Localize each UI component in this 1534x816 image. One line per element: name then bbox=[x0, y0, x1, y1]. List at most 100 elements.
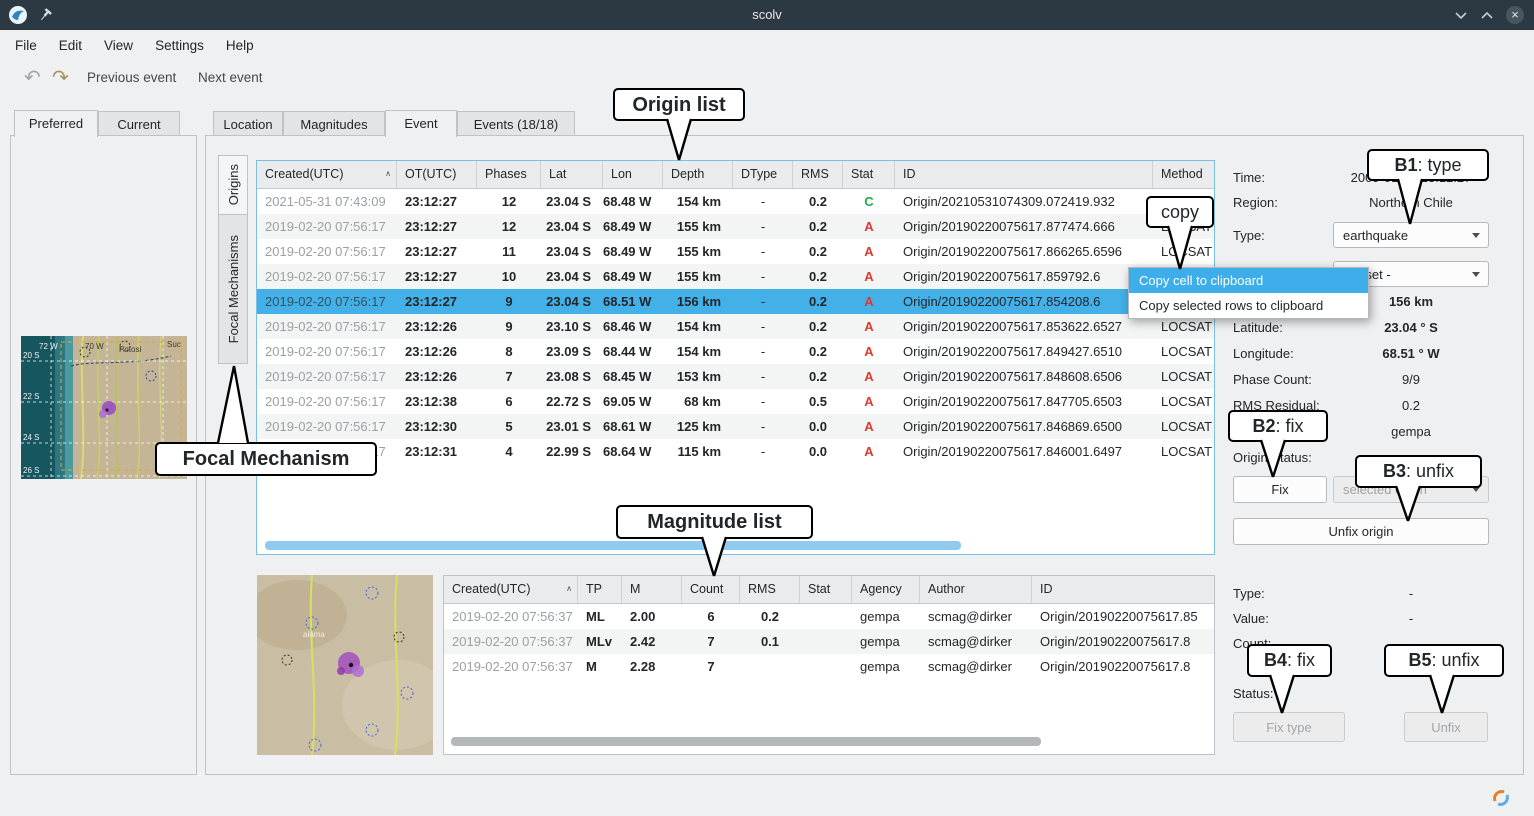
origin-rms-value: 0.2 bbox=[1333, 398, 1489, 413]
origin-row[interactable]: 2019-02-20 07:56:1723:12:31422.99 S68.64… bbox=[257, 439, 1214, 464]
origin-column-stat[interactable]: Stat bbox=[843, 161, 895, 188]
undo-arrow-icon[interactable]: ↶ bbox=[24, 65, 41, 89]
origin-table-hscrollbar-thumb[interactable] bbox=[265, 541, 961, 550]
origin-cell-lon: 68.45 W bbox=[603, 364, 663, 389]
main-tab-magnitudes[interactable]: Magnitudes bbox=[283, 111, 385, 136]
origin-cell-depth: 154 km bbox=[663, 339, 733, 364]
origin-row[interactable]: 2019-02-20 07:56:1723:12:30523.01 S68.61… bbox=[257, 414, 1214, 439]
origin-region-label: Region: bbox=[1233, 195, 1333, 210]
origin-column-id[interactable]: ID bbox=[895, 161, 1153, 188]
titlebar[interactable]: scolv × bbox=[0, 0, 1534, 30]
magnitude-table-hscrollbar-thumb[interactable] bbox=[451, 737, 1041, 746]
origin-cell-lon: 68.51 W bbox=[603, 289, 663, 314]
magnitude-column-id[interactable]: ID bbox=[1032, 576, 1215, 603]
origin-row[interactable]: 2019-02-20 07:56:1723:12:26923.10 S68.46… bbox=[257, 314, 1214, 339]
unfix-origin-button[interactable]: Unfix origin bbox=[1233, 518, 1489, 545]
vertical-tab-origins[interactable]: Origins bbox=[218, 155, 248, 215]
menu-view[interactable]: View bbox=[93, 30, 144, 62]
origin-row[interactable]: 2019-02-20 07:56:1723:12:38622.72 S69.05… bbox=[257, 389, 1214, 414]
station-map[interactable]: alama bbox=[257, 575, 433, 755]
origin-row[interactable]: 2019-02-20 07:56:1723:12:271123.04 S68.4… bbox=[257, 239, 1214, 264]
magnitude-row[interactable]: 2019-02-20 07:56:37ML2.0060.2gempascmag@… bbox=[444, 604, 1214, 629]
magnitude-cell-stat bbox=[800, 629, 852, 654]
origin-cell-lat: 23.04 S bbox=[541, 289, 603, 314]
magnitude-column-stat[interactable]: Stat bbox=[800, 576, 852, 603]
menu-help[interactable]: Help bbox=[215, 30, 265, 62]
origin-column-method[interactable]: Method bbox=[1153, 161, 1215, 188]
origin-cell-rms: 0.5 bbox=[793, 389, 843, 414]
origin-column-depth[interactable]: Depth bbox=[663, 161, 733, 188]
origin-column-lat[interactable]: Lat bbox=[541, 161, 603, 188]
next-event-button[interactable]: Next event bbox=[198, 70, 263, 85]
origin-cell-stat: A bbox=[843, 364, 895, 389]
origin-cell-lon: 68.64 W bbox=[603, 439, 663, 464]
magnitude-column-author[interactable]: Author bbox=[920, 576, 1032, 603]
menu-file[interactable]: File bbox=[4, 30, 48, 62]
origin-cell-created: 2021-05-31 07:43:09 bbox=[257, 189, 397, 214]
callout-b4-fix: B4: fix bbox=[1247, 644, 1332, 677]
origin-column-dtype[interactable]: DType bbox=[733, 161, 793, 188]
origin-table-hscrollbar[interactable] bbox=[265, 541, 1205, 550]
origin-cell-id: Origin/20190220075617.846869.6500 bbox=[895, 414, 1153, 439]
menu-settings[interactable]: Settings bbox=[144, 30, 215, 62]
sidebar-tab-preferred[interactable]: Preferred bbox=[14, 110, 98, 137]
origin-column-phases[interactable]: Phases bbox=[477, 161, 541, 188]
magnitude-column-tp[interactable]: TP bbox=[578, 576, 622, 603]
magnitude-row[interactable]: 2019-02-20 07:56:37M2.287gempascmag@dirk… bbox=[444, 654, 1214, 679]
redo-arrow-icon[interactable]: ↷ bbox=[52, 65, 69, 89]
menu-edit[interactable]: Edit bbox=[48, 30, 93, 62]
main-tab-events-18-18[interactable]: Events (18/18) bbox=[457, 111, 575, 136]
origin-cell-phases: 7 bbox=[477, 364, 541, 389]
origin-time-label: Time: bbox=[1233, 170, 1333, 185]
origin-row[interactable]: 2019-02-20 07:56:1723:12:26823.09 S68.44… bbox=[257, 339, 1214, 364]
origin-cell-method: LOCSAT bbox=[1153, 439, 1215, 464]
origin-cell-phases: 9 bbox=[477, 289, 541, 314]
origin-column-lon[interactable]: Lon bbox=[603, 161, 663, 188]
origin-cell-ot: 23:12:27 bbox=[397, 239, 477, 264]
origin-cell-lat: 23.10 S bbox=[541, 314, 603, 339]
origin-table-header: Created(UTC)∧OT(UTC)PhasesLatLonDepthDTy… bbox=[257, 161, 1214, 189]
origin-row[interactable]: 2019-02-20 07:56:1723:12:27923.04 S68.51… bbox=[257, 289, 1214, 314]
origin-cell-lon: 68.49 W bbox=[603, 239, 663, 264]
origin-row[interactable]: 2019-02-20 07:56:1723:12:271023.04 S68.4… bbox=[257, 264, 1214, 289]
magnitude-cell-rms bbox=[740, 654, 800, 679]
origin-row[interactable]: 2021-05-31 07:43:0923:12:271223.04 S68.4… bbox=[257, 189, 1214, 214]
callout-pointer bbox=[1427, 674, 1457, 715]
origin-cell-lon: 68.49 W bbox=[603, 214, 663, 239]
origin-cell-dtype: - bbox=[733, 439, 793, 464]
origin-column-ot-utc[interactable]: OT(UTC) bbox=[397, 161, 477, 188]
origin-column-created-utc[interactable]: Created(UTC)∧ bbox=[257, 161, 397, 188]
origin-cell-stat: A bbox=[843, 339, 895, 364]
origin-cell-created: 2019-02-20 07:56:17 bbox=[257, 339, 397, 364]
maximize-button-icon[interactable] bbox=[1480, 11, 1494, 20]
magnitude-row[interactable]: 2019-02-20 07:56:37MLv2.4270.1gempascmag… bbox=[444, 629, 1214, 654]
origin-row[interactable]: 2019-02-20 07:56:1723:12:271223.04 S68.4… bbox=[257, 214, 1214, 239]
magnitude-table-header: Created(UTC)∧TPMCountRMSStatAgencyAuthor… bbox=[444, 576, 1214, 604]
origin-cell-lat: 23.04 S bbox=[541, 189, 603, 214]
origin-cell-lat: 23.01 S bbox=[541, 414, 603, 439]
magnitude-column-agency[interactable]: Agency bbox=[852, 576, 920, 603]
previous-event-button[interactable]: Previous event bbox=[87, 70, 176, 85]
main-tab-location[interactable]: Location bbox=[213, 111, 283, 136]
origin-row[interactable]: 2019-02-20 07:56:1723:12:26723.08 S68.45… bbox=[257, 364, 1214, 389]
fix-origin-button[interactable]: Fix bbox=[1233, 476, 1327, 503]
context-menu-item-copy-selected-rows-to-clipboard[interactable]: Copy selected rows to clipboard bbox=[1129, 293, 1368, 318]
callout-b2-fix: B2: fix bbox=[1228, 410, 1328, 442]
magnitude-cell-count: 7 bbox=[682, 654, 740, 679]
context-menu-item-copy-cell-to-clipboard[interactable]: Copy cell to clipboard bbox=[1129, 268, 1368, 293]
main-tab-event[interactable]: Event bbox=[385, 110, 457, 137]
magnitude-column-rms[interactable]: RMS bbox=[740, 576, 800, 603]
origin-cell-phases: 10 bbox=[477, 264, 541, 289]
vertical-tab-focal-mechanisms[interactable]: Focal Mechanisms bbox=[218, 214, 248, 364]
shade-button-icon[interactable] bbox=[1454, 11, 1468, 20]
magnitude-column-created-utc[interactable]: Created(UTC)∧ bbox=[444, 576, 578, 603]
magnitude-column-m[interactable]: M bbox=[622, 576, 682, 603]
sidebar-tab-current[interactable]: Current bbox=[98, 111, 180, 136]
unfix-magnitude-button[interactable]: Unfix bbox=[1404, 712, 1488, 742]
magnitude-table-hscrollbar[interactable] bbox=[451, 737, 1207, 746]
close-button[interactable]: × bbox=[1506, 6, 1524, 24]
origin-column-rms[interactable]: RMS bbox=[793, 161, 843, 188]
magnitude-column-count[interactable]: Count bbox=[682, 576, 740, 603]
fix-magnitude-type-button[interactable]: Fix type bbox=[1233, 712, 1345, 742]
origin-cell-method: LOCSAT bbox=[1153, 364, 1215, 389]
